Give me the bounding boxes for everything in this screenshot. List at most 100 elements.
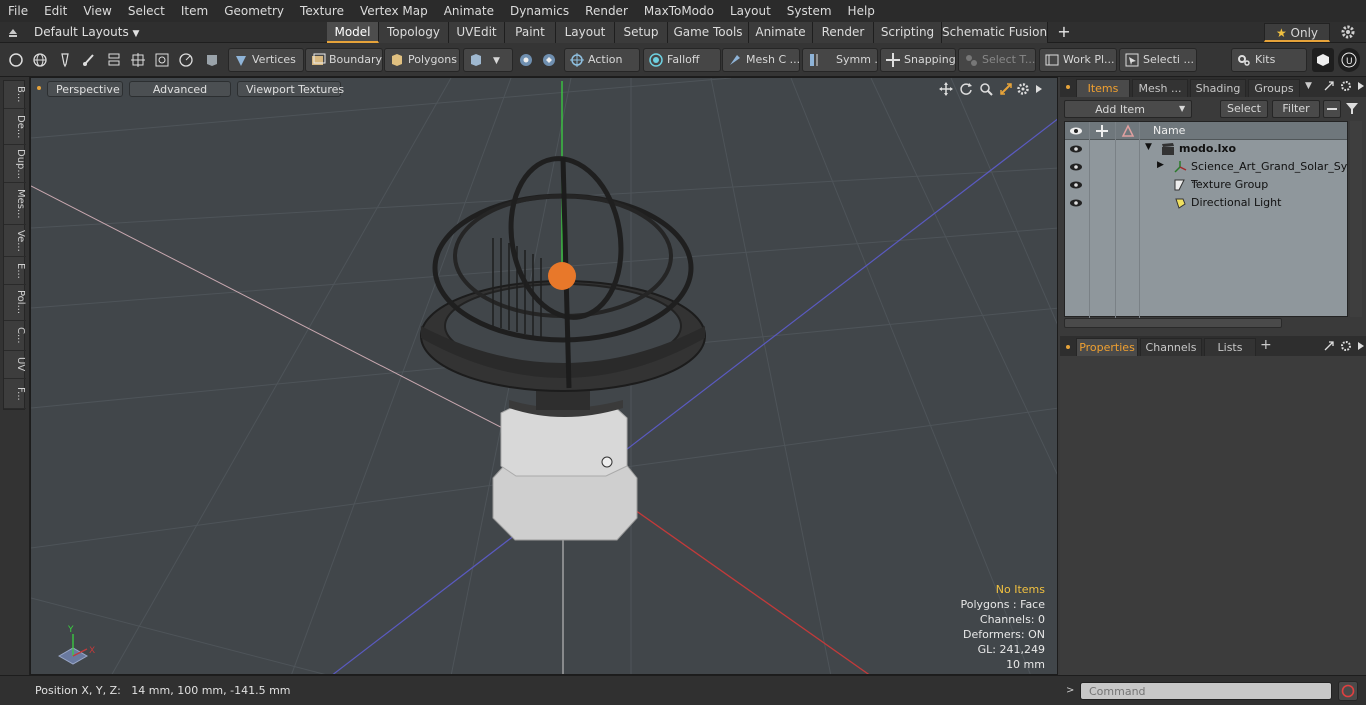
tab-scripting[interactable]: Scripting [874, 22, 942, 43]
tab-setup[interactable]: Setup [615, 22, 668, 43]
left-tab-uv[interactable]: UV [4, 351, 26, 379]
menu-item[interactable]: Item [173, 4, 216, 18]
scale-icon[interactable] [151, 48, 173, 72]
tab-groups[interactable]: Groups [1248, 79, 1300, 97]
record-button[interactable] [1338, 681, 1358, 701]
left-tab-polygon[interactable]: Pol... [4, 285, 26, 321]
tab-uvedit[interactable]: UVEdit [449, 22, 505, 43]
tab-topology[interactable]: Topology [379, 22, 449, 43]
menu-select[interactable]: Select [120, 4, 173, 18]
properties-arrow-icon[interactable] [1356, 340, 1366, 352]
left-tab-vertex[interactable]: Ve... [4, 225, 26, 257]
tab-layout[interactable]: Layout [556, 22, 615, 43]
boundary-button[interactable]: Boundary [305, 48, 383, 72]
tabs-chevron-down-icon[interactable]: ▼ [1305, 81, 1312, 91]
add-tab-icon[interactable]: + [1056, 23, 1072, 41]
expand-triangle-icon[interactable]: ▼ [1145, 142, 1152, 152]
menu-geometry[interactable]: Geometry [216, 4, 292, 18]
perspective-button[interactable]: Perspective [47, 81, 123, 97]
orbit-icon[interactable] [959, 82, 973, 96]
menu-system[interactable]: System [779, 4, 840, 18]
add-item-dropdown[interactable]: Add Item ▼ [1064, 100, 1192, 118]
action-button[interactable]: Action [564, 48, 640, 72]
item-row-solar-system[interactable]: ▶ Science_Art_Grand_Solar_Sy ... [1065, 158, 1347, 186]
panel-maximize-icon[interactable] [1323, 80, 1335, 92]
tab-mesh-ops[interactable]: Mesh ... [1132, 79, 1188, 97]
unreal-icon[interactable]: U [1338, 48, 1360, 72]
material-dropdown[interactable]: ▼ [463, 48, 513, 72]
menu-layout[interactable]: Layout [722, 4, 779, 18]
left-tab-basic[interactable]: B... [4, 81, 26, 109]
menu-view[interactable]: View [75, 4, 119, 18]
header-lock-icon[interactable] [1094, 123, 1110, 139]
pen-icon[interactable] [54, 48, 76, 72]
tab-lists[interactable]: Lists [1204, 338, 1256, 356]
align-icon[interactable] [103, 48, 125, 72]
vertices-button[interactable]: Vertices [228, 48, 304, 72]
collapse-triangle-icon[interactable]: ▶ [1157, 160, 1164, 170]
visibility-eye-icon[interactable] [1068, 159, 1084, 175]
work-plane-button[interactable]: Work Pl... [1039, 48, 1117, 72]
symmetry-button[interactable]: Symm ... [802, 48, 878, 72]
expand-arrow-icon[interactable] [1034, 82, 1044, 96]
pan-icon[interactable] [939, 82, 953, 96]
visibility-eye-icon[interactable] [1068, 141, 1084, 157]
collapse-icon[interactable] [1323, 100, 1341, 118]
mesh-constraint-button[interactable]: Mesh C ... [722, 48, 800, 72]
menu-file[interactable]: File [0, 4, 36, 18]
items-list[interactable]: Name ▼ modo.lxo ▶ Science_Art_Grand_Sola… [1064, 121, 1348, 318]
menu-dynamics[interactable]: Dynamics [502, 4, 577, 18]
tab-render[interactable]: Render [813, 22, 874, 43]
left-tab-fusion[interactable]: F... [4, 379, 26, 409]
selection-sets-button[interactable]: Selecti ... [1119, 48, 1197, 72]
snap-tool-icon[interactable] [538, 48, 560, 72]
tab-game-tools[interactable]: Game Tools [668, 22, 749, 43]
falloff-button[interactable]: Falloff [643, 48, 721, 72]
menu-help[interactable]: Help [840, 4, 883, 18]
tab-model[interactable]: Model [327, 22, 379, 43]
item-row-modo-lxo[interactable]: ▼ modo.lxo [1065, 140, 1347, 158]
globe-icon[interactable] [29, 48, 51, 72]
left-tab-duplicate[interactable]: Dup... [4, 145, 26, 183]
3d-viewport[interactable]: Y X Perspective Advanced Viewport Textur… [30, 77, 1058, 675]
select-circle-icon[interactable] [5, 48, 27, 72]
tab-schematic-fusion[interactable]: Schematic Fusion [942, 22, 1048, 43]
tab-paint[interactable]: Paint [505, 22, 556, 43]
visibility-eye-icon[interactable] [1068, 177, 1084, 193]
zoom-icon[interactable] [979, 82, 993, 96]
left-tab-deform[interactable]: De... [4, 109, 26, 145]
items-scrollbar[interactable] [1350, 121, 1362, 317]
item-row-directional-light[interactable]: Directional Light [1065, 194, 1347, 212]
left-tab-curve[interactable]: C... [4, 321, 26, 351]
properties-maximize-icon[interactable] [1323, 340, 1335, 352]
only-toggle[interactable]: ★ Only [1264, 23, 1330, 42]
layout-selector[interactable]: Default Layouts ▼ [34, 22, 139, 43]
advanced-button[interactable]: Advanced [129, 81, 231, 97]
header-eye-icon[interactable] [1068, 123, 1084, 139]
menu-render[interactable]: Render [577, 4, 636, 18]
menu-edit[interactable]: Edit [36, 4, 75, 18]
viewport-textures-button[interactable]: Viewport Textures [237, 81, 344, 97]
snapping-button[interactable]: Snapping [880, 48, 956, 72]
panel-gear-icon[interactable] [1340, 80, 1352, 92]
items-horizontal-scrollbar[interactable] [1064, 318, 1282, 328]
add-tab-icon[interactable]: + [1260, 337, 1272, 353]
gear-icon[interactable] [1340, 24, 1356, 40]
menu-animate[interactable]: Animate [436, 4, 502, 18]
tab-shading[interactable]: Shading [1190, 79, 1246, 97]
tab-animate[interactable]: Animate [749, 22, 813, 43]
maximize-icon[interactable] [999, 82, 1013, 96]
rotate-icon[interactable] [175, 48, 197, 72]
funnel-icon[interactable] [1344, 100, 1362, 118]
symmetry-tool-icon[interactable] [515, 48, 537, 72]
menu-maxtomodo[interactable]: MaxToModo [636, 4, 722, 18]
tab-channels[interactable]: Channels [1140, 338, 1202, 356]
tab-items[interactable]: Items [1076, 79, 1130, 97]
left-tab-edge[interactable]: E... [4, 257, 26, 285]
viewport-gear-icon[interactable] [1016, 82, 1030, 96]
select-button[interactable]: Select [1220, 100, 1268, 118]
command-input[interactable] [1080, 682, 1332, 700]
item-row-texture-group[interactable]: Texture Group [1065, 176, 1347, 194]
move-icon[interactable] [127, 48, 149, 72]
filter-button[interactable]: Filter [1272, 100, 1320, 118]
